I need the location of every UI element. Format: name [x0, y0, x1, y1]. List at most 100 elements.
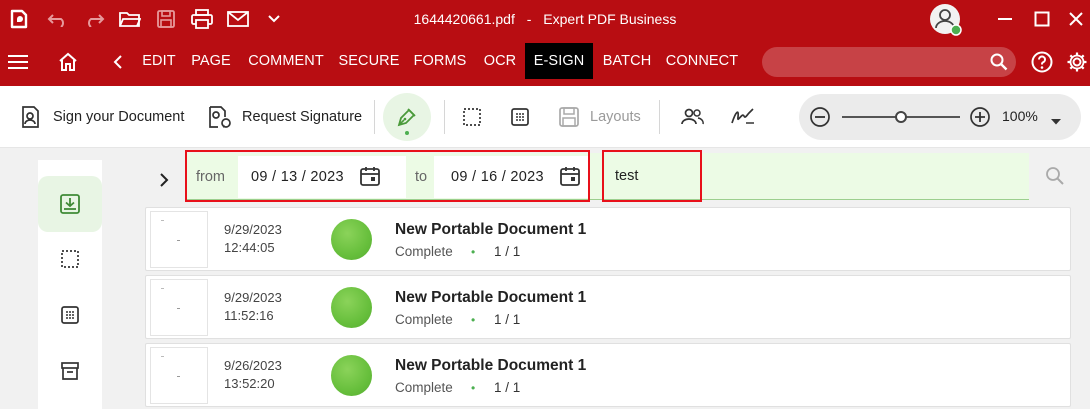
- document-timestamp: 9/26/2023 13:52:20: [224, 357, 282, 393]
- fountain-pen-icon: [397, 108, 416, 127]
- redo-icon[interactable]: [81, 0, 107, 38]
- document-status: Complete: [395, 244, 453, 259]
- rectangle-select-button[interactable]: [462, 86, 492, 148]
- grid-icon: [61, 306, 79, 324]
- document-thumbnail: [150, 279, 208, 336]
- table-row[interactable]: 9/26/2023 13:52:20 New Portable Document…: [145, 343, 1071, 407]
- document-filename: 1644420661.pdf: [413, 11, 515, 27]
- document-date: 9/26/2023: [224, 358, 282, 373]
- document-time: 12:44:05: [224, 240, 275, 255]
- toolbar-divider: [659, 100, 660, 134]
- email-icon[interactable]: [225, 0, 251, 38]
- scroll-tabs-left-icon[interactable]: [110, 38, 126, 86]
- document-time: 11:52:16: [224, 308, 274, 323]
- zoom-slider-handle[interactable]: [895, 111, 907, 123]
- expand-panel-icon[interactable]: [154, 170, 174, 190]
- app-logo-icon: [6, 0, 32, 38]
- status-bullet: •: [471, 245, 476, 259]
- table-row[interactable]: 9/29/2023 11:52:16 New Portable Document…: [145, 275, 1071, 339]
- document-thumbnail: [150, 347, 208, 404]
- sign-document-label: Sign your Document: [53, 109, 185, 125]
- tab-page[interactable]: PAGE: [188, 43, 234, 79]
- signers-button[interactable]: [680, 86, 714, 148]
- left-sidebar: [38, 160, 102, 409]
- document-time: 13:52:20: [224, 376, 275, 391]
- home-icon[interactable]: [55, 38, 81, 86]
- signature-scribble-icon: [731, 108, 754, 124]
- sign-document-button[interactable]: Sign your Document: [19, 86, 184, 148]
- active-tool-indicator: [405, 131, 409, 135]
- toolbar-divider: [374, 100, 375, 134]
- inbox-download-icon: [60, 194, 80, 214]
- sidebar-item-archive[interactable]: [38, 343, 102, 399]
- sidebar-item-templates[interactable]: [38, 287, 102, 343]
- tab-e-sign[interactable]: E-SIGN: [525, 43, 593, 79]
- menu-search-input[interactable]: [762, 47, 1016, 77]
- search-icon[interactable]: [990, 53, 1008, 76]
- dotted-rectangle-icon: [463, 108, 481, 126]
- status-indicator: [331, 355, 372, 396]
- document-title: New Portable Document 1: [395, 221, 587, 238]
- zoom-level-value[interactable]: 100%: [1002, 108, 1038, 124]
- document-date: 9/29/2023: [224, 290, 282, 305]
- undo-icon[interactable]: [45, 0, 71, 38]
- help-icon[interactable]: [1030, 38, 1054, 86]
- user-avatar[interactable]: [928, 0, 962, 38]
- zoom-in-icon[interactable]: [969, 106, 991, 133]
- document-title: New Portable Document 1: [395, 357, 587, 374]
- tab-edit[interactable]: EDIT: [138, 43, 180, 79]
- layouts-label: Layouts: [590, 109, 641, 125]
- date-range-highlight: [185, 150, 590, 202]
- sidebar-item-inbox[interactable]: [38, 176, 102, 232]
- document-timestamp: 9/29/2023 11:52:16: [224, 289, 282, 325]
- request-signature-icon: [209, 106, 231, 128]
- signature-button[interactable]: [730, 86, 766, 148]
- layouts-button[interactable]: Layouts: [558, 86, 641, 148]
- document-title: New Portable Document 1: [395, 289, 587, 306]
- request-signature-button[interactable]: Request Signature: [206, 86, 362, 148]
- text-filter-highlight: [602, 150, 702, 202]
- filter-search-icon[interactable]: [1045, 166, 1065, 191]
- hamburger-menu-icon[interactable]: [6, 38, 30, 86]
- document-timestamp: 9/29/2023 12:44:05: [224, 221, 282, 257]
- tab-secure[interactable]: SECURE: [338, 43, 400, 79]
- document-pages: 1 / 1: [494, 380, 521, 395]
- table-row[interactable]: 9/29/2023 12:44:05 New Portable Document…: [145, 207, 1071, 271]
- status-bullet: •: [471, 313, 476, 327]
- minimize-icon[interactable]: [993, 0, 1017, 38]
- grid-fields-button[interactable]: [510, 86, 540, 148]
- status-bullet: •: [471, 381, 476, 395]
- open-folder-icon[interactable]: [117, 0, 143, 38]
- zoom-dropdown-icon[interactable]: [1050, 113, 1062, 131]
- sidebar-item-drafts[interactable]: [38, 231, 102, 287]
- document-status: Complete: [395, 380, 453, 395]
- document-thumbnail: [150, 211, 208, 268]
- maximize-icon[interactable]: [1030, 0, 1054, 38]
- tab-batch[interactable]: BATCH: [598, 43, 656, 79]
- print-icon[interactable]: [189, 0, 215, 38]
- tab-forms[interactable]: FORMS: [408, 43, 472, 79]
- people-icon: [681, 108, 704, 125]
- document-pages: 1 / 1: [494, 244, 521, 259]
- tab-comment[interactable]: COMMENT: [242, 43, 330, 79]
- close-window-icon[interactable]: [1064, 0, 1088, 38]
- grid-icon: [511, 108, 529, 126]
- dotted-rectangle-icon: [61, 250, 79, 268]
- save-icon[interactable]: [153, 0, 179, 38]
- request-signature-label: Request Signature: [242, 109, 363, 125]
- title-bar: 1644420661.pdf - Expert PDF Business: [0, 0, 1090, 38]
- application-name: Expert PDF Business: [543, 11, 677, 27]
- document-status: Complete: [395, 312, 453, 327]
- tab-connect[interactable]: CONNECT: [664, 43, 740, 79]
- document-date: 9/29/2023: [224, 222, 282, 237]
- quick-access-dropdown-icon[interactable]: [261, 0, 287, 38]
- archive-box-icon: [61, 362, 79, 380]
- document-pages: 1 / 1: [494, 312, 521, 327]
- status-indicator: [331, 287, 372, 328]
- title-separator: -: [526, 11, 532, 27]
- zoom-out-icon[interactable]: [809, 106, 831, 133]
- sign-document-icon: [22, 106, 39, 128]
- layouts-save-icon: [559, 107, 579, 127]
- tab-ocr[interactable]: OCR: [480, 43, 520, 79]
- settings-gear-icon[interactable]: [1065, 38, 1089, 86]
